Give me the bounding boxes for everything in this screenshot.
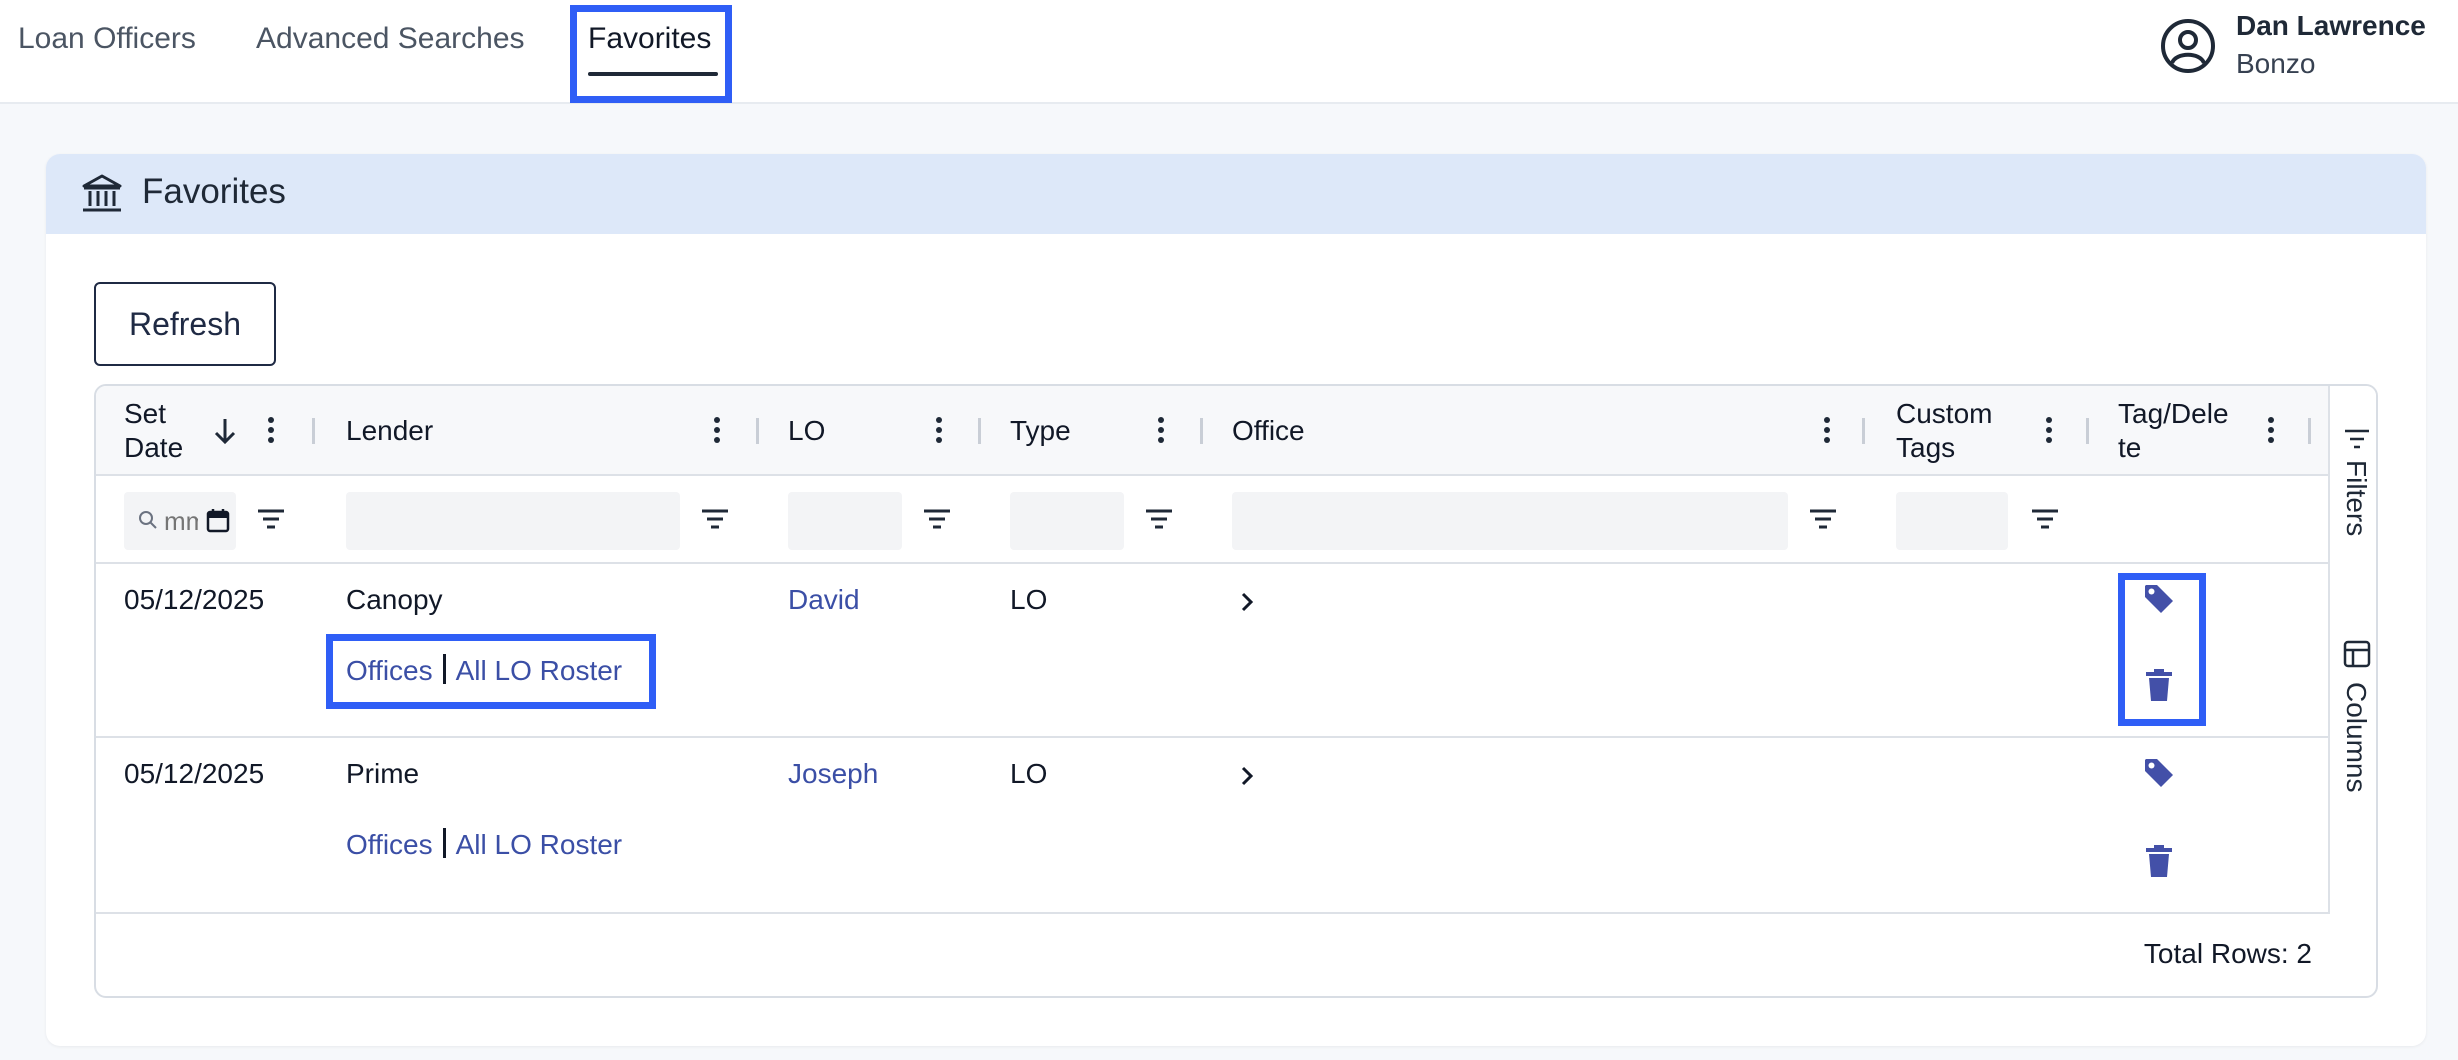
column-menu-icon[interactable]: [1822, 414, 1832, 448]
column-header-office[interactable]: Office: [1232, 386, 1305, 476]
user-organization: Bonzo: [2236, 48, 2316, 79]
card-title: Favorites: [142, 172, 286, 211]
lender-filter-input[interactable]: [346, 492, 680, 550]
column-menu-icon[interactable]: [1156, 414, 1166, 448]
lender-cell: Prime: [346, 758, 420, 789]
offices-link[interactable]: Offices: [346, 655, 433, 686]
user-circle-icon[interactable]: [2160, 18, 2216, 74]
all-lo-roster-link[interactable]: All LO Roster: [456, 829, 623, 860]
column-header-lender[interactable]: Lender: [346, 386, 433, 476]
user-name: Dan Lawrence: [2236, 10, 2426, 41]
top-nav-bar: Loan Officers Advanced Searches Favorite…: [0, 0, 2458, 104]
grid-footer: Total Rows: 2: [96, 914, 2376, 996]
filter-icon[interactable]: [1144, 506, 1174, 532]
lender-links: Offices All LO Roster: [346, 654, 622, 687]
column-header-tag-delete[interactable]: Tag/Dele te: [2118, 386, 2229, 476]
bank-icon: [82, 174, 122, 212]
column-header-custom-tags[interactable]: Custom Tags: [1896, 386, 1992, 476]
columns-icon: [2343, 640, 2371, 668]
filter-icon[interactable]: [922, 506, 952, 532]
type-cell: LO: [1010, 758, 1048, 789]
sort-descending-icon[interactable]: [212, 416, 238, 446]
type-cell: LO: [1010, 584, 1048, 615]
favorites-grid: Set Date Lender LO Type Office Custom Ta…: [94, 384, 2378, 998]
active-tab-indicator: [588, 72, 718, 76]
tag-icon[interactable]: [2142, 756, 2176, 790]
column-resize-handle[interactable]: [312, 418, 315, 444]
nav-tab-loan-officers[interactable]: Loan Officers: [18, 22, 196, 56]
column-resize-handle[interactable]: [2086, 418, 2089, 444]
grid-header-row: Set Date Lender LO Type Office Custom Ta…: [96, 386, 2328, 476]
date-filter-field[interactable]: [124, 492, 236, 550]
filter-icon[interactable]: [256, 506, 286, 532]
column-header-lo[interactable]: LO: [788, 386, 825, 476]
date-filter-input[interactable]: [164, 492, 198, 550]
column-resize-handle[interactable]: [1862, 418, 1865, 444]
columns-label: Columns: [2341, 682, 2372, 793]
filter-icon[interactable]: [2030, 506, 2060, 532]
table-row: 05/12/2025 Canopy Offices All LO Roster D…: [96, 564, 2328, 738]
set-date-cell: 05/12/2025: [124, 584, 265, 615]
grid-filter-row: [96, 476, 2328, 564]
lo-filter-input[interactable]: [788, 492, 902, 550]
chevron-right-icon[interactable]: [1238, 764, 1256, 788]
filter-icon: [2345, 429, 2369, 449]
grid-side-panel: Filters Columns: [2328, 386, 2376, 914]
card-header: Favorites: [46, 154, 2426, 234]
lender-links: Offices All LO Roster: [346, 828, 622, 861]
table-row: 05/12/2025 Prime Offices All LO Roster Jo…: [96, 738, 2328, 914]
refresh-button[interactable]: Refresh: [94, 282, 276, 366]
column-resize-handle[interactable]: [1200, 418, 1203, 444]
column-resize-handle[interactable]: [756, 418, 759, 444]
filter-icon[interactable]: [700, 506, 730, 532]
column-menu-icon[interactable]: [2044, 414, 2054, 448]
calendar-icon[interactable]: [206, 508, 230, 534]
link-separator: [442, 654, 446, 684]
filter-icon[interactable]: [1808, 506, 1838, 532]
column-resize-handle[interactable]: [978, 418, 981, 444]
trash-icon[interactable]: [2142, 844, 2176, 878]
search-icon: [139, 511, 157, 529]
filters-label: Filters: [2341, 460, 2372, 537]
total-rows-count: Total Rows: 2: [2143, 938, 2312, 969]
column-menu-icon[interactable]: [934, 414, 944, 448]
nav-tab-favorites[interactable]: Favorites: [588, 22, 711, 56]
type-filter-input[interactable]: [1010, 492, 1124, 550]
column-header-set-date[interactable]: Set Date: [124, 386, 183, 476]
nav-tab-advanced-searches[interactable]: Advanced Searches: [256, 22, 525, 56]
chevron-right-icon[interactable]: [1238, 590, 1256, 614]
all-lo-roster-link[interactable]: All LO Roster: [456, 655, 623, 686]
column-menu-icon[interactable]: [266, 414, 276, 448]
office-filter-input[interactable]: [1232, 492, 1788, 550]
link-separator: [442, 828, 446, 858]
custom-tags-filter-input[interactable]: [1896, 492, 2008, 550]
column-menu-icon[interactable]: [2266, 414, 2276, 448]
set-date-cell: 05/12/2025: [124, 758, 265, 789]
filters-panel-toggle[interactable]: Filters: [2330, 426, 2376, 566]
trash-icon[interactable]: [2142, 668, 2176, 702]
favorites-card: Favorites Refresh Set Date Lender LO Typ…: [46, 154, 2426, 1046]
column-resize-handle[interactable]: [2308, 418, 2311, 444]
lo-name-link[interactable]: David: [788, 584, 860, 616]
tag-icon[interactable]: [2142, 582, 2176, 616]
lo-name-link[interactable]: Joseph: [788, 758, 878, 790]
column-header-type[interactable]: Type: [1010, 386, 1071, 476]
lender-cell: Canopy: [346, 584, 443, 615]
columns-panel-toggle[interactable]: Columns: [2330, 640, 2376, 810]
offices-link[interactable]: Offices: [346, 829, 433, 860]
column-menu-icon[interactable]: [712, 414, 722, 448]
